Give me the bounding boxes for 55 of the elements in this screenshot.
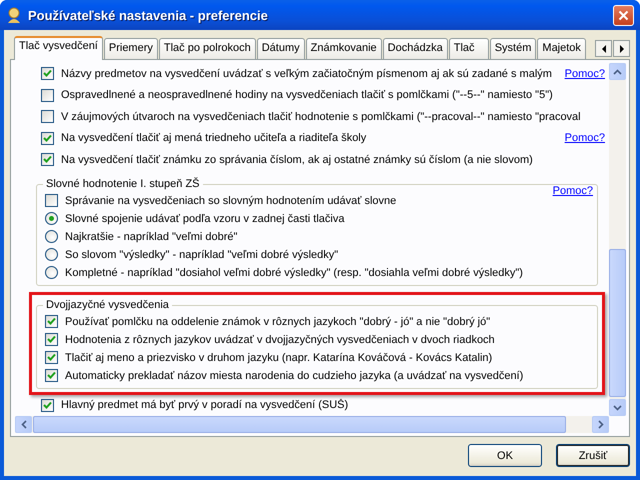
checkbox[interactable] xyxy=(45,194,58,207)
option-label: Kompletné - napríklad "dosiahol veľmi dobré výsledky" (resp. "dosiahla veľmi dobré výsledky") xyxy=(65,266,524,278)
option-label: Automaticky prekladať názov miesta narodenia do cudzieho jazyka (a uvádzať na vysvedčení) xyxy=(65,370,524,382)
option-label: Názvy predmetov na vysvedčení uvádzať s veľkým začiatočným písmenom aj ak sú zadané s malým xyxy=(61,68,553,80)
checkbox[interactable] xyxy=(41,132,54,145)
option-label: So slovom "výsledky" - napríklad "veľmi dobré výsledky" xyxy=(65,248,340,260)
radio-button[interactable] xyxy=(45,212,58,225)
group-title: Dvojjazyčné vysvedčenia xyxy=(43,298,172,310)
checkbox[interactable] xyxy=(41,398,54,412)
tab[interactable]: Dátumy xyxy=(256,38,305,59)
option-label: Používať pomlčku na oddelenie známok v rôznych jazykoch "dobrý - jó" a nie "dobrý jó" xyxy=(65,316,492,328)
option-label: Slovné spojenie udávať podľa vzoru v zadnej časti tlačiva xyxy=(65,212,346,224)
tab[interactable]: Majetok xyxy=(537,38,586,59)
dialog-button[interactable]: OK xyxy=(468,444,542,467)
vertical-scrollbar[interactable] xyxy=(609,63,626,416)
radio-button[interactable] xyxy=(45,266,58,279)
option-label: Na vysvedčení tlačiť známku zo správania číslom, ak aj ostatné známky sú číslom (a nie slovom) xyxy=(61,154,534,166)
dialog-button[interactable]: Zrušiť xyxy=(556,444,630,467)
close-icon xyxy=(618,10,629,20)
tab[interactable]: Priemery xyxy=(104,38,158,59)
radio-button[interactable] xyxy=(45,248,58,261)
app-icon xyxy=(6,7,22,23)
checkbox[interactable] xyxy=(45,369,58,382)
checkbox[interactable] xyxy=(41,67,54,80)
checkbox[interactable] xyxy=(45,351,58,364)
tab[interactable]: Systém xyxy=(490,38,536,59)
help-link[interactable]: Pomoc? xyxy=(552,184,593,196)
tab-scroll-button[interactable] xyxy=(595,40,612,57)
checkbox[interactable] xyxy=(45,333,58,346)
option-label: V záujmových útvaroch na vysvedčeniach tlačiť hodnotenie s pomlčkami ("--pracoval--" namiesto "pracoval xyxy=(61,110,582,123)
radio-button[interactable] xyxy=(45,230,58,243)
help-link[interactable]: Pomoc? xyxy=(564,68,605,80)
tab[interactable]: Tlač po polrokoch xyxy=(158,38,256,59)
tab[interactable]: Dochádzka xyxy=(382,38,448,59)
window-title: Používateľské nastavenia - preferencie xyxy=(28,8,269,22)
help-link[interactable]: Pomoc? xyxy=(564,132,605,144)
checkbox[interactable] xyxy=(45,315,58,328)
option-label: Najkratšie - napríklad "veľmi dobré" xyxy=(65,230,238,242)
checkbox[interactable] xyxy=(41,153,54,166)
checkbox[interactable] xyxy=(41,110,54,124)
group-title: Slovné hodnotenie I. stupeň ZŠ xyxy=(43,178,202,190)
tab[interactable]: Tlač vysvedčení xyxy=(14,36,103,60)
option-label: Hodnotenia z rôznych jazykov uvádzať v dvojjazyčných vysvedčeniach v dvoch riadkoch xyxy=(65,334,496,346)
option-label: Správanie na vysvedčeniach so slovným hodnotením udávať slovne xyxy=(65,194,398,206)
left-arrow-icon xyxy=(600,44,606,54)
option-label: Ospravedlnené a neospravedlnené hodiny na vysvedčeniach tlačiť s pomlčkami ("--5--" namiesto "5") xyxy=(61,89,554,102)
close-button[interactable] xyxy=(613,4,634,26)
option-label: Na vysvedčení tlačiť aj mená triedneho učiteľa a riaditeľa školy xyxy=(61,132,368,144)
checkbox[interactable] xyxy=(41,88,54,102)
tab[interactable]: Tlač xyxy=(448,38,489,59)
tab-scroll-button[interactable] xyxy=(613,40,630,57)
tab[interactable]: Známkovanie xyxy=(306,38,382,59)
option-label: Tlačiť aj meno a priezvisko v druhom jazyku (napr. Katarína Kováčová - Kovács Katalin) xyxy=(65,352,494,364)
scroll-thumb[interactable] xyxy=(609,249,626,397)
right-arrow-icon xyxy=(618,44,624,54)
